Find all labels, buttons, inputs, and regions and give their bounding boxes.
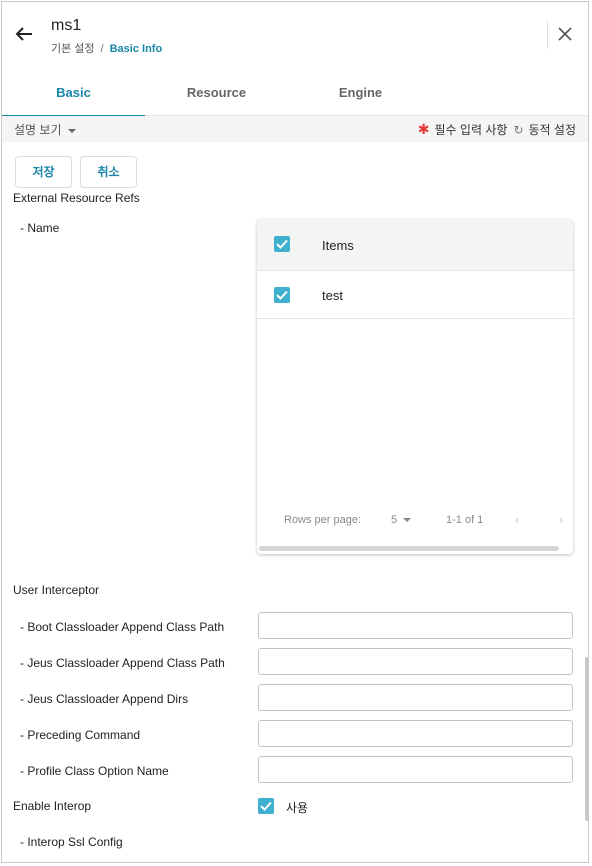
section-external-resource-refs: External Resource Refs <box>13 191 140 205</box>
section-enable-interop: Enable Interop <box>13 799 92 813</box>
legend: ✱ 필수 입력 사항 ↻ 동적 설정 <box>418 121 576 138</box>
items-table: Items test Rows per page: 5 1-1 of 1 ‹ › <box>257 219 573 554</box>
horizontal-scrollbar[interactable] <box>259 546 559 551</box>
check-icon <box>276 239 288 249</box>
preceding-command-input[interactable] <box>258 720 573 747</box>
breadcrumb-current: Basic Info <box>109 43 163 55</box>
rows-per-page-label: Rows per page: <box>284 514 362 526</box>
required-asterisk-icon: ✱ <box>417 121 430 137</box>
jeus-classloader-append-dirs-input[interactable] <box>258 684 573 711</box>
field-label-jeus-classloader-append-dirs: - Jeus Classloader Append Dirs <box>20 692 189 706</box>
check-icon <box>260 801 272 811</box>
tab-bar: Basic Resource Engine <box>2 78 588 117</box>
check-icon <box>276 290 288 300</box>
close-button[interactable] <box>555 24 575 44</box>
tab-resource[interactable]: Resource <box>145 78 288 116</box>
cancel-button[interactable]: 취소 <box>80 156 137 188</box>
page-title: ms1 <box>51 17 82 34</box>
breadcrumb-item[interactable]: 기본 설정 <box>51 43 95 55</box>
boot-classloader-append-class-path-input[interactable] <box>258 612 573 639</box>
header-divider <box>547 21 548 49</box>
select-all-checkbox[interactable] <box>274 236 290 252</box>
close-icon <box>558 27 572 41</box>
tab-basic[interactable]: Basic <box>2 78 145 117</box>
tab-engine[interactable]: Engine <box>289 78 432 116</box>
breadcrumb-separator: / <box>100 43 104 55</box>
profile-class-option-name-input[interactable] <box>258 756 573 783</box>
chevron-right-icon[interactable]: › <box>559 512 563 527</box>
field-label-jeus-classloader-append-class-path: - Jeus Classloader Append Class Path <box>20 656 225 670</box>
required-legend-label: 필수 입력 사항 <box>434 123 508 137</box>
dynamic-legend-label: 동적 설정 <box>528 123 577 137</box>
section-user-interceptor: User Interceptor <box>13 583 100 597</box>
enable-interop-label: 사용 <box>286 801 309 815</box>
field-label-preceding-command: - Preceding Command <box>20 728 141 742</box>
table-pagination: Rows per page: 5 1-1 of 1 ‹ › <box>257 511 573 531</box>
table-header: Items <box>257 219 573 271</box>
detail-panel: ms1 기본 설정 / Basic Info Basic Resource Engi… <box>1 1 589 863</box>
enable-interop-checkbox[interactable] <box>258 798 274 814</box>
info-bar: 설명 보기 ✱ 필수 입력 사항 ↻ 동적 설정 <box>2 116 588 142</box>
back-button[interactable] <box>12 22 36 46</box>
caret-down-icon <box>403 518 412 523</box>
field-label-boot-classloader-append-class-path: - Boot Classloader Append Class Path <box>20 620 225 634</box>
refresh-icon: ↻ <box>513 123 524 137</box>
jeus-classloader-append-class-path-input[interactable] <box>258 648 573 675</box>
rows-per-page-select[interactable]: 5 <box>391 514 412 526</box>
column-header-items: Items <box>322 238 354 253</box>
field-label-interop-ssl-config: - Interop Ssl Config <box>20 835 123 849</box>
description-toggle[interactable]: 설명 보기 <box>14 121 76 138</box>
rows-per-page-value: 5 <box>391 514 398 526</box>
row-checkbox[interactable] <box>274 287 290 303</box>
breadcrumb: 기본 설정 / Basic Info <box>51 40 162 56</box>
vertical-scrollbar-thumb[interactable] <box>585 657 588 821</box>
caret-down-icon <box>67 128 76 133</box>
field-label-profile-class-option-name: - Profile Class Option Name <box>20 764 169 778</box>
arrow-left-icon <box>15 27 32 41</box>
table-row[interactable]: test <box>257 271 573 319</box>
panel-header: ms1 기본 설정 / Basic Info <box>2 2 588 70</box>
field-label-name: - Name <box>20 221 60 235</box>
pagination-range: 1-1 of 1 <box>446 514 484 526</box>
save-button[interactable]: 저장 <box>15 156 72 188</box>
table-cell: test <box>322 288 343 303</box>
chevron-left-icon[interactable]: ‹ <box>515 512 519 527</box>
description-toggle-label: 설명 보기 <box>14 123 62 137</box>
